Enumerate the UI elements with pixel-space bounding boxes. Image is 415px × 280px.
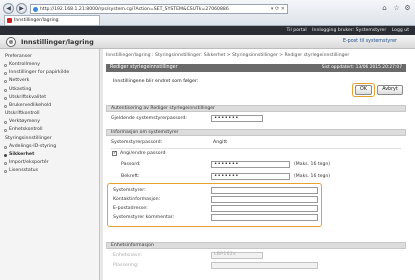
sidebar-item-print-quality[interactable]: Utskriftskvalitet — [0, 94, 99, 102]
system-manager-label: Systemstyrer: — [113, 188, 146, 193]
address-controls[interactable]: ▾ ⟳ ✕ — [271, 5, 285, 13]
confirm-field[interactable]: ••••••• — [211, 173, 290, 180]
sidebar-item-device-control[interactable]: Enhetskontroll — [0, 126, 99, 134]
password-label: Passord: — [121, 162, 141, 167]
sidebar-item-paper-source[interactable]: Innstillinger for papirkilde — [0, 69, 99, 77]
sidebar-item-user-maintenance[interactable]: Brukervedlikehold — [0, 102, 99, 110]
current-password-label: Gjeldende systemstyrerpassord: — [111, 116, 187, 121]
sidebar-item-department-id[interactable]: Avdelings-ID-styring — [0, 143, 99, 151]
sidebar: Preferanser Kontrollmeny Innstillinger f… — [0, 49, 100, 280]
device-name-label: Enhetsnavn: — [113, 253, 143, 258]
email-label: E-postadresse: — [113, 206, 148, 211]
breadcrumb: Innstillinger/lagring : Styringsinnstill… — [106, 53, 350, 58]
bullet-icon — [4, 80, 7, 84]
bullet-icon — [4, 96, 7, 100]
system-manager-field[interactable] — [211, 187, 318, 194]
set-password-checkbox[interactable]: ✓ — [112, 151, 117, 156]
bullet-icon — [4, 153, 7, 157]
location-field[interactable] — [211, 262, 318, 269]
location-label: Plassering: — [113, 263, 139, 268]
sidebar-item-output[interactable]: Utkasting — [0, 86, 99, 94]
home-icon[interactable]: ⌂ — [380, 4, 389, 13]
sysmgr-password-label: Systemstyrerpassord: — [111, 140, 163, 145]
ok-button[interactable]: OK — [355, 85, 372, 95]
panel-title: Rediger styrlegeinnstillinger Sist oppda… — [106, 64, 406, 72]
contact-info-field[interactable] — [211, 196, 318, 203]
row-divider — [111, 148, 401, 149]
bullet-icon — [4, 121, 7, 125]
change-message: Innstillingene blir endret som følger: — [113, 79, 199, 84]
current-password-field[interactable]: ••••••• — [211, 115, 263, 122]
manager-comment-label: Systemstyrer kommentar: — [113, 215, 175, 220]
confirm-label: Bekreft: — [121, 174, 140, 179]
tab-favicon-icon — [7, 18, 12, 23]
bullet-icon — [4, 145, 7, 149]
password-note: (Maks. 16 tegn) — [294, 162, 331, 167]
login-user-text: Innlogging bruker: Systemstyrer — [312, 28, 387, 33]
bullet-icon — [4, 104, 7, 108]
bullet-icon — [4, 72, 7, 76]
sidebar-item-network[interactable]: Nettverk — [0, 77, 99, 85]
mail-sysadmin-link[interactable]: E-post til systemstyrer — [343, 39, 397, 44]
address-bar[interactable]: http://192.168.1.21:8000/rps/system.cgi?… — [30, 4, 288, 14]
sidebar-item-control-menu[interactable]: Kontrollmeny — [0, 61, 99, 69]
bullet-icon — [4, 129, 7, 133]
sidebar-section-management: Styringsinnstillinger — [5, 135, 52, 141]
device-section-header: Enhetsinformasjon — [106, 242, 406, 249]
manager-comment-field[interactable] — [211, 214, 318, 221]
info-section-header: Informasjon om systemstyrer — [106, 129, 406, 136]
address-url: http://192.168.1.21:8000/rps/system.cgi?… — [40, 7, 229, 12]
forward-button[interactable]: ▶ — [16, 3, 27, 14]
sysmgr-password-status: Angitt — [213, 140, 228, 145]
sidebar-item-license-status[interactable]: Lisensstatus — [0, 167, 99, 175]
password-field[interactable]: ••••••• — [211, 161, 290, 168]
settings-logo-icon — [6, 37, 16, 47]
favorites-icon[interactable]: ☆ — [392, 4, 401, 13]
site-icon — [33, 7, 38, 12]
page-title: Innstillinger/lagring — [21, 38, 94, 46]
portal-link[interactable]: Til portal — [287, 28, 307, 33]
cancel-button[interactable]: Avbryt — [377, 85, 403, 95]
last-updated: Sist oppdatert: 13/06 2015 20:27:07 — [321, 65, 402, 70]
checkmark-icon: ✓ — [113, 151, 117, 156]
sidebar-section-print-control: Utskriftkontroll — [5, 111, 40, 117]
contact-info-label: Kontaktinformasjon: — [113, 197, 161, 202]
device-name-field[interactable]: LBP162x — [211, 252, 263, 259]
back-icon: ◀ — [6, 5, 11, 12]
bullet-icon — [4, 88, 7, 92]
confirm-note: (Maks. 16 tegn) — [294, 174, 331, 179]
bullet-icon — [4, 170, 7, 174]
title-bar: Innstillinger/lagring E-post til systems… — [0, 35, 415, 49]
top-bar: Til portal Innlogging bruker: Systemstyr… — [0, 26, 415, 35]
sidebar-section-preferences: Preferanser — [5, 54, 33, 59]
browser-tab-title: Innstillinger/lagring — [14, 18, 59, 23]
sidebar-item-security[interactable]: Sikkerhet — [0, 151, 99, 159]
auth-section-header: Autentisering av Rediger styrlegeinnstil… — [106, 105, 406, 112]
forward-icon: ▶ — [19, 5, 24, 12]
bullet-icon — [4, 161, 7, 165]
browser-tab[interactable]: Innstillinger/lagring — [4, 15, 100, 25]
sidebar-item-tool-menu[interactable]: Verktøymeny — [0, 118, 99, 126]
settings-gear-icon[interactable]: ⚙ — [403, 4, 412, 13]
browser-chrome: ◀ ▶ http://192.168.1.21:8000/rps/system.… — [0, 0, 415, 26]
sidebar-item-import-export[interactable]: Import/eksportér — [0, 159, 99, 167]
email-field[interactable] — [211, 205, 318, 212]
logout-link[interactable]: Logg ut — [392, 28, 409, 33]
back-button[interactable]: ◀ — [3, 3, 14, 14]
set-password-label: Angi/endre passord — [120, 151, 166, 156]
main-content: Innstillinger/lagring : Styringsinnstill… — [103, 49, 415, 280]
bullet-icon — [4, 64, 7, 67]
